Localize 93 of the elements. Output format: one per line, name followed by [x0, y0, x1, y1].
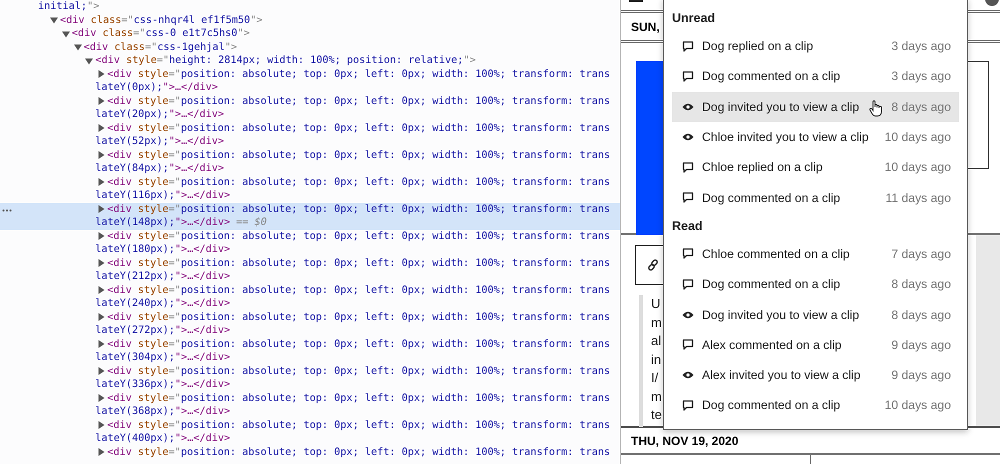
collapse-triangle-icon[interactable] — [50, 16, 58, 24]
code-line: lateY(0px);">…</div> — [95, 81, 218, 94]
section-heading: Unread — [672, 11, 716, 25]
selected-row[interactable]: <div style="position: absolute; top: 0px; left: 0px; width: 100%; transform: trans lateY(148px);">…</div> == $0 — [0, 202, 620, 230]
code-line: lateY(272px);">…</div> — [95, 324, 230, 338]
code-line: <div style="position: absolute; top: 0px; left: 0px; width: 100%; transform: trans — [107, 392, 610, 405]
code-line: lateY(304px);">…</div> — [95, 351, 230, 364]
code-line: <div style="position: absolute; top: 0px; left: 0px; width: 100%; transform: trans — [107, 176, 610, 189]
article-text: te — [651, 406, 662, 424]
notification-item[interactable]: Chloe replied on a clip 10 days ago — [672, 152, 959, 182]
code-line: lateY(52px);">…</div> — [95, 135, 224, 148]
code-line: lateY(400px);">…</div> — [95, 432, 230, 446]
code-line: lateY(84px);">…</div> — [95, 162, 224, 176]
collapse-triangle-icon[interactable] — [85, 56, 94, 65]
code-line: <div class="css-nhqr4l ef1f5m50"> — [60, 14, 262, 27]
article-text: I/ — [651, 369, 658, 387]
link-icon — [647, 259, 659, 271]
code-line: <div style="position: absolute; top: 0px; left: 0px; width: 100%; transform: trans — [107, 310, 610, 324]
notification-item[interactable]: Dog commented on a clip 8 days ago — [672, 269, 959, 300]
code-line: <div style="position: absolute; top: 0px; left: 0px; width: 100%; transform: trans — [107, 148, 610, 162]
comment-icon — [682, 40, 694, 52]
eye-icon — [682, 102, 694, 111]
code-line: lateY(212px);">…</div> — [95, 270, 230, 284]
notification-item[interactable]: Alex invited you to view a clip 9 days ago — [672, 360, 959, 390]
comment-icon — [682, 339, 694, 350]
code-line: <div style="height: 2814px; width: 100%; position: relative;"> — [95, 54, 476, 68]
code-line: <div style="position: absolute; top: 0px; left: 0px; width: 100%; transform: trans — [107, 418, 610, 432]
collapse-triangle-icon[interactable] — [74, 43, 82, 52]
expand-triangle-icon[interactable] — [97, 151, 106, 160]
notification-item[interactable]: Chloe invited you to view a clip 10 days ago — [672, 122, 959, 152]
expand-triangle-icon[interactable] — [97, 124, 106, 132]
comment-icon — [682, 192, 694, 204]
eye-icon — [682, 371, 694, 380]
article-text: al — [651, 332, 662, 350]
notification-item[interactable]: Alex commented on a clip 9 days ago — [672, 330, 959, 360]
code-line: lateY(368px);">…</div> — [95, 405, 230, 418]
date-heading: THU, NOV 19, 2020 — [631, 434, 738, 448]
code-line: <div style="position: absolute; top: 0px; left: 0px; width: 100%; transform: trans — [107, 364, 610, 378]
code-line: <div style="position: absolute; top: 0px; left: 0px; width: 100%; transform: trans — [107, 68, 610, 81]
code-line: lateY(20px);">…</div> — [95, 108, 224, 122]
eye-icon — [682, 133, 694, 142]
expand-triangle-icon[interactable] — [97, 97, 106, 106]
date-heading: SUN, — [631, 20, 660, 34]
code-line: lateY(240px);">…</div> — [95, 297, 230, 310]
notification-item[interactable]: Dog commented on a clip 3 days ago — [672, 61, 959, 92]
expand-triangle-icon[interactable] — [97, 286, 106, 294]
code-line: lateY(116px);">…</div> — [95, 189, 230, 202]
code-line: <div style="position: absolute; top: 0px; left: 0px; width: 100%; transform: trans — [107, 256, 610, 270]
expand-triangle-icon[interactable] — [97, 178, 106, 186]
code-line: <div class="css-0 e1t7c5hs0"> — [72, 27, 250, 40]
code-line: lateY(148px);">…</div> — [95, 216, 230, 230]
expand-triangle-icon[interactable] — [97, 205, 106, 214]
expand-triangle-icon[interactable] — [97, 259, 106, 268]
article-text: m — [651, 388, 662, 406]
code-line: <div style="position: absolute; top: 0px; left: 0px; width: 100%; transform: trans — [107, 230, 610, 243]
code-line: lateY(180px);">…</div> — [95, 243, 230, 256]
comment-icon — [682, 248, 694, 260]
code-line: <div style="position: absolute; top: 0px; left: 0px; width: 100%; transform: trans — [107, 122, 610, 135]
notification-item[interactable]: Dog commented on a clip 10 days ago — [672, 390, 959, 421]
collapse-triangle-icon[interactable] — [62, 30, 70, 38]
code-line: <div style="position: absolute; top: 0px; left: 0px; width: 100%; transform: trans — [107, 446, 610, 459]
expand-triangle-icon[interactable] — [97, 70, 106, 78]
comment-icon — [682, 278, 694, 290]
expand-triangle-icon[interactable] — [97, 448, 106, 456]
notification-item[interactable]: Chloe commented on a clip 7 days ago — [672, 238, 959, 270]
expand-triangle-icon[interactable] — [97, 394, 106, 402]
comment-icon — [682, 400, 694, 411]
expand-triangle-icon[interactable] — [97, 421, 106, 430]
more-icon[interactable] — [2, 208, 12, 212]
expand-triangle-icon[interactable] — [97, 313, 106, 322]
notification-item[interactable]: Dog replied on a clip 3 days ago — [672, 31, 959, 62]
code-line: <div style="position: absolute; top: 0px; left: 0px; width: 100%; transform: trans — [107, 202, 610, 216]
expand-triangle-icon[interactable] — [97, 232, 106, 240]
section-heading: Read — [672, 218, 703, 233]
comment-icon — [682, 162, 694, 173]
notification-item[interactable]: Dog invited you to view a clip 8 days ago — [672, 92, 959, 122]
code-line: <div style="position: absolute; top: 0px; left: 0px; width: 100%; transform: trans — [107, 284, 610, 297]
selected-marker: == $0 — [236, 216, 267, 230]
code-line: <div style="position: absolute; top: 0px; left: 0px; width: 100%; transform: trans — [107, 338, 610, 351]
article-text: U — [651, 295, 660, 313]
comment-icon — [682, 70, 694, 82]
expand-triangle-icon[interactable] — [97, 340, 106, 348]
article-text: in — [651, 350, 662, 368]
expand-triangle-icon[interactable] — [97, 367, 106, 376]
eye-icon — [682, 310, 694, 319]
code-line: <div class="css-1gehjal"> — [84, 40, 237, 54]
code-line: initial;"> — [38, 0, 100, 14]
code-line: lateY(336px);">…</div> — [95, 378, 230, 392]
code-line: <div style="position: absolute; top: 0px; left: 0px; width: 100%; transform: trans — [107, 94, 610, 108]
hand-cursor-icon — [869, 100, 883, 117]
notification-item[interactable]: Dog commented on a clip 11 days ago — [672, 182, 959, 213]
article-text: m — [651, 314, 662, 332]
notification-item[interactable]: Dog invited you to view a clip 8 days ago — [672, 299, 959, 330]
